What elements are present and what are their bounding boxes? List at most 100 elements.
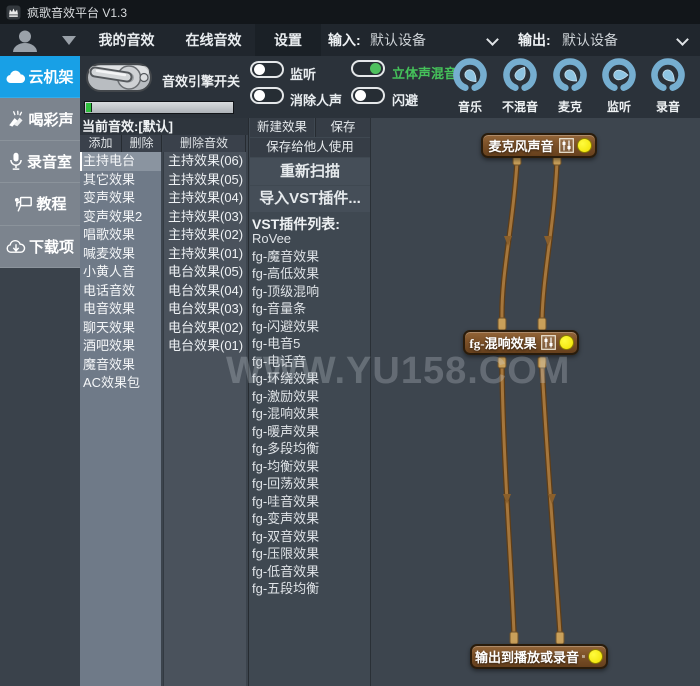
add-button[interactable]: 添加	[80, 135, 122, 152]
category-item[interactable]: 酒吧效果	[80, 337, 161, 356]
vst-plugin-item[interactable]: fg-高低效果	[249, 265, 371, 283]
category-item[interactable]: 小黄人音	[80, 263, 161, 282]
preset-item[interactable]: 主持效果(02)	[164, 226, 246, 245]
new-effect-button[interactable]: 新建效果	[250, 118, 314, 137]
vst-plugin-item[interactable]: fg-均衡效果	[249, 458, 371, 476]
chevron-down-icon[interactable]	[486, 33, 499, 46]
category-item[interactable]: 喊麦效果	[80, 245, 161, 264]
vst-plugin-item[interactable]: fg-音量条	[249, 300, 371, 318]
vst-plugin-item[interactable]: fg-低音效果	[249, 563, 371, 581]
preset-item[interactable]: 主持效果(01)	[164, 245, 246, 264]
toggle-knob	[370, 63, 381, 74]
tab-settings[interactable]: 设置	[255, 24, 321, 56]
toggle-stereo-mix[interactable]	[351, 60, 385, 77]
output-device-select[interactable]: 默认设备	[562, 24, 618, 56]
mic-icon	[10, 152, 22, 170]
vst-plugin-item[interactable]: fg-魔音效果	[249, 248, 371, 266]
cloud-icon	[6, 70, 26, 84]
category-item[interactable]: 聊天效果	[80, 319, 161, 338]
vst-plugin-item[interactable]: fg-电音5	[249, 335, 371, 353]
knob-label: 监听	[606, 100, 631, 114]
vst-plugin-item[interactable]: fg-五段均衡	[249, 580, 371, 598]
toggle-remove-vocal[interactable]	[250, 87, 284, 104]
node-reverb-effect[interactable]: fg-混响效果	[463, 330, 579, 355]
user-icon[interactable]	[10, 30, 40, 52]
category-item[interactable]: 魔音效果	[80, 356, 161, 375]
sidebar-item-tutorial[interactable]: 教程	[0, 183, 80, 226]
vst-plugin-item[interactable]: fg-顶级混响	[249, 283, 371, 301]
knob-monitor[interactable]: 监听	[594, 57, 644, 117]
preset-item[interactable]: 电台效果(04)	[164, 282, 246, 301]
toggle-monitor[interactable]	[250, 61, 284, 78]
preset-item[interactable]: 主持效果(03)	[164, 208, 246, 227]
preset-item[interactable]: 电台效果(03)	[164, 300, 246, 319]
sidebar-item-recording-studio[interactable]: 录音室	[0, 141, 80, 184]
vst-plugin-item[interactable]: fg-多段均衡	[249, 440, 371, 458]
vst-plugin-item[interactable]: fg-双音效果	[249, 528, 371, 546]
preset-item[interactable]: 电台效果(02)	[164, 319, 246, 338]
sidebar-item-downloads[interactable]: 下载项	[0, 226, 80, 269]
save-for-others-button[interactable]: 保存给他人使用	[250, 138, 370, 157]
vst-plugin-item[interactable]: RoVee	[249, 230, 371, 248]
knob-dial-icon	[553, 58, 587, 91]
tab-online-effects[interactable]: 在线音效	[172, 24, 255, 56]
import-vst-button[interactable]: 导入VST插件...	[250, 186, 370, 212]
status-light[interactable]	[577, 138, 592, 153]
save-button[interactable]: 保存	[315, 118, 370, 137]
engine-switch-label: 音效引擎开关	[162, 74, 241, 89]
sidebar-item-label: 教程	[36, 196, 67, 214]
sidebar: 云机架 喝彩声 录音室 教程 下载项	[0, 56, 88, 269]
toggle-ducking[interactable]	[351, 87, 385, 104]
vst-plugin-item[interactable]: fg-电话音	[249, 353, 371, 371]
preset-item[interactable]: 电台效果(01)	[164, 337, 246, 356]
rescan-button[interactable]: 重新扫描	[250, 158, 370, 185]
knob-record[interactable]: 录音	[643, 57, 693, 117]
node-microphone-input[interactable]: 麦克风声音	[481, 133, 597, 158]
preset-item[interactable]: 主持效果(06)	[164, 152, 246, 171]
category-item[interactable]: 变声效果2	[80, 208, 161, 227]
vst-plugin-item[interactable]: fg-哇音效果	[249, 493, 371, 511]
vst-plugin-item[interactable]: fg-激励效果	[249, 388, 371, 406]
chevron-down-icon[interactable]	[676, 33, 689, 46]
knob-mic[interactable]: 麦克	[545, 57, 595, 117]
vst-plugin-item[interactable]: fg-暖声效果	[249, 423, 371, 441]
preset-item[interactable]: 主持效果(05)	[164, 171, 246, 190]
node-label: 输出到播放或录音	[475, 650, 580, 665]
vst-plugin-item[interactable]: fg-回荡效果	[249, 475, 371, 493]
preset-item[interactable]: 主持效果(04)	[164, 189, 246, 208]
sidebar-item-cloud-rack[interactable]: 云机架	[0, 56, 88, 99]
preset-item[interactable]: 电台效果(05)	[164, 263, 246, 282]
mixer-icon[interactable]	[541, 335, 556, 350]
input-device-select[interactable]: 默认设备	[370, 24, 426, 56]
vst-plugin-item[interactable]: fg-混响效果	[249, 405, 371, 423]
category-item[interactable]: 变声效果	[80, 189, 161, 208]
vst-plugin-item[interactable]: fg-压限效果	[249, 545, 371, 563]
knob-label: 录音	[655, 100, 680, 114]
cable-wires	[497, 153, 565, 645]
category-item[interactable]: 唱歌效果	[80, 226, 161, 245]
vst-plugin-item[interactable]: fg-变声效果	[249, 510, 371, 528]
engine-switch[interactable]	[82, 56, 158, 100]
category-item[interactable]: 电话音效	[80, 282, 161, 301]
knob-label: 不混音	[501, 100, 538, 114]
node-output[interactable]: 输出到播放或录音	[470, 644, 608, 669]
status-light[interactable]	[588, 649, 603, 664]
vst-plugin-item[interactable]: fg-闪避效果	[249, 318, 371, 336]
vst-plugin-item[interactable]: fg-环绕效果	[249, 370, 371, 388]
sidebar-item-applause[interactable]: 喝彩声	[0, 98, 80, 141]
status-light[interactable]	[559, 335, 574, 350]
knob-music[interactable]: 音乐	[445, 57, 495, 117]
knob-dry[interactable]: 不混音	[495, 57, 545, 117]
mixer-icon[interactable]	[582, 649, 585, 664]
category-item[interactable]: 主持电台	[80, 152, 161, 171]
mixer-icon[interactable]	[559, 138, 574, 153]
delete-button[interactable]: 删除	[122, 135, 162, 152]
sidebar-item-label: 录音室	[26, 154, 72, 172]
delete-effect-button[interactable]: 删除音效	[163, 135, 246, 152]
category-item[interactable]: 电音效果	[80, 300, 161, 319]
caret-down-icon[interactable]	[62, 36, 76, 45]
category-item[interactable]: 其它效果	[80, 171, 161, 190]
tab-my-effects[interactable]: 我的音效	[85, 24, 168, 56]
vst-plugin-list: RoVee fg-魔音效果 fg-高低效果 fg-顶级混响 fg-音量条 fg-…	[249, 230, 371, 598]
category-item[interactable]: AC效果包	[80, 374, 161, 393]
